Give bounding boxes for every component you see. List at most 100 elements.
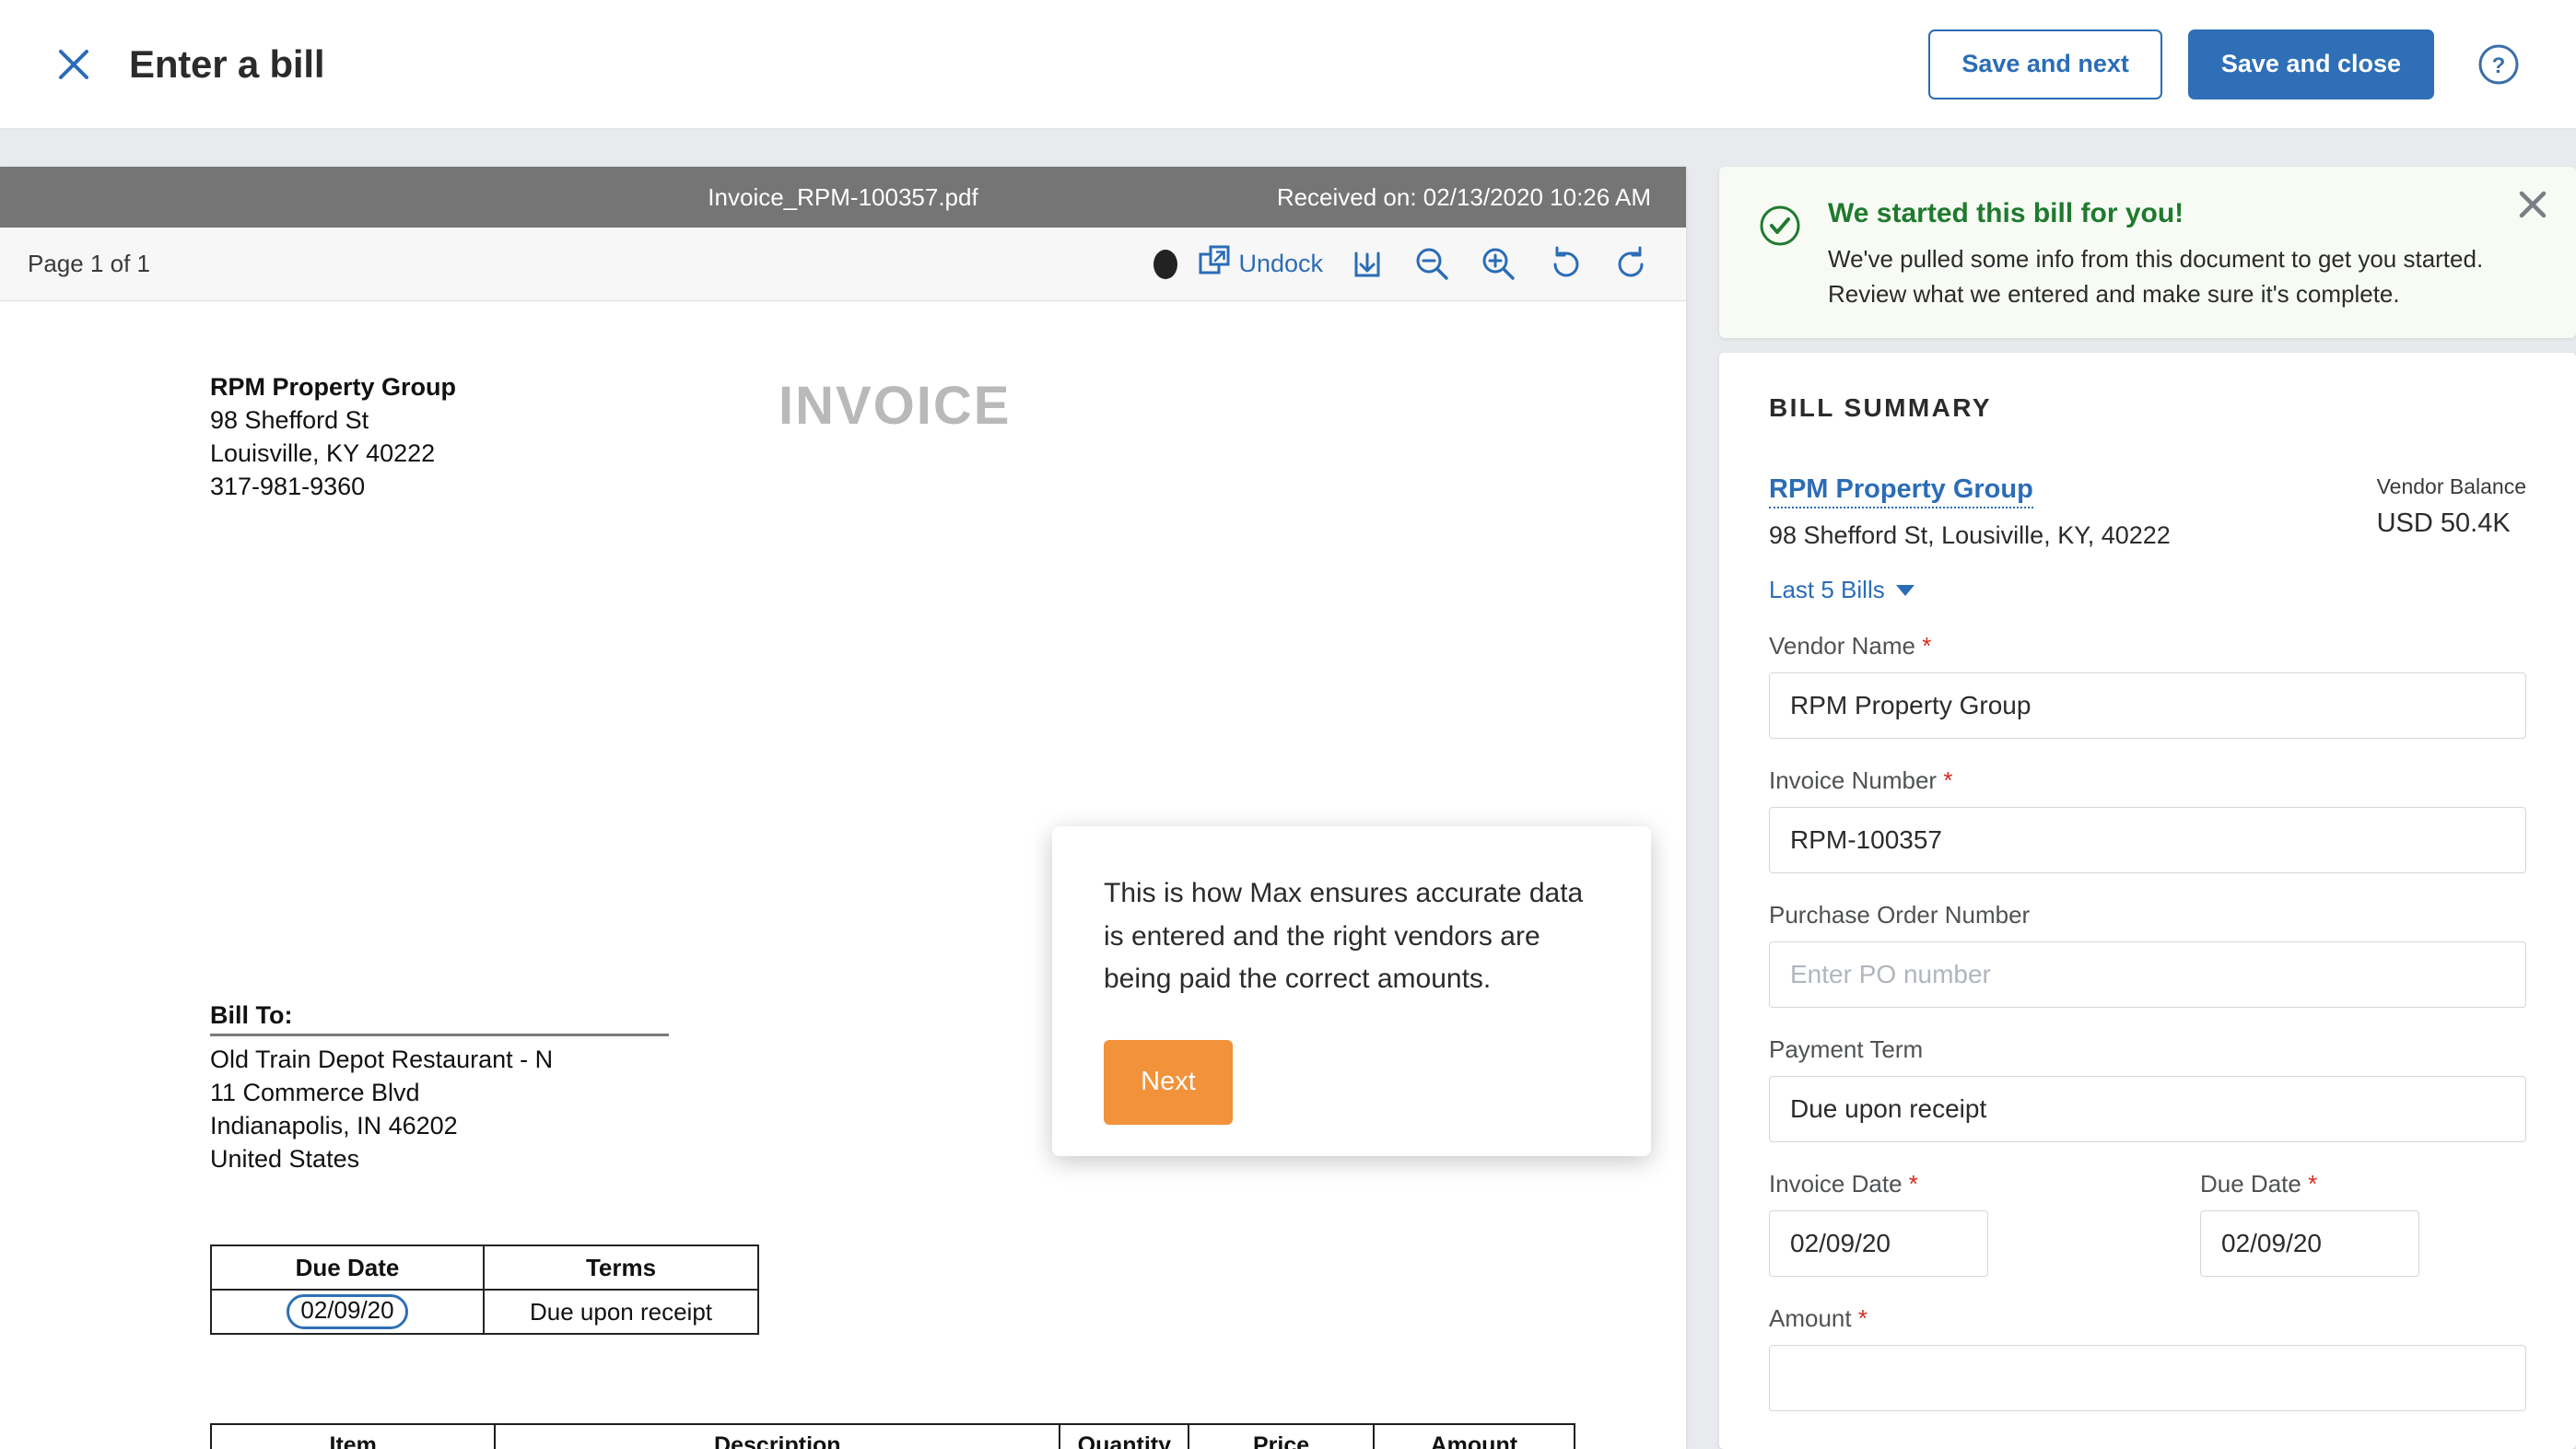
invoice-number-field: Invoice Number * RPM-100357 — [1769, 766, 2526, 873]
col-header-description: Description — [494, 1423, 1061, 1449]
col-header-item: Item — [209, 1423, 497, 1449]
amount-input[interactable] — [1769, 1345, 2526, 1411]
undock-label: Undock — [1238, 250, 1323, 277]
invoice-date-label-text: Invoice Date — [1769, 1170, 1903, 1198]
vendor-summary-row: RPM Property Group 98 Shefford St, Lousi… — [1769, 474, 2526, 550]
amount-label: Amount * — [1769, 1304, 2526, 1333]
auto-fill-notice-banner: We started this bill for you! We've pull… — [1719, 167, 2576, 338]
due-date-input[interactable]: 02/09/20 — [2200, 1210, 2419, 1277]
invoice-date-field: Invoice Date * 02/09/20 — [1769, 1170, 2010, 1277]
invoice-vendor-address2: Louisville, KY 40222 — [210, 438, 436, 467]
table-row: Item Description Quantity Price Amount — [209, 1423, 1576, 1449]
pdf-received-timestamp: Received on: 02/13/2020 10:26 AM — [1276, 182, 1651, 211]
invoice-vendor-phone: 317-981-9360 — [210, 472, 366, 500]
close-icon[interactable] — [53, 44, 94, 85]
rotate-left-icon[interactable] — [1544, 243, 1587, 286]
vendor-balance-label: Vendor Balance — [2376, 474, 2526, 498]
invoice-number-label-text: Invoice Number — [1769, 766, 1938, 794]
invoice-watermark: INVOICE — [779, 376, 1012, 436]
pdf-viewer-pane: Invoice_RPM-100357.pdf Received on: 02/1… — [0, 167, 1686, 1449]
help-circle-icon[interactable]: ? — [2473, 39, 2524, 90]
save-and-close-button[interactable]: Save and close — [2187, 29, 2434, 99]
purchase-order-number-label: Purchase Order Number — [1769, 901, 2031, 929]
header-actions: Save and next Save and close ? — [1928, 29, 2524, 99]
bill-to-heading: Bill To: — [210, 1001, 669, 1036]
bill-to-line3: Indianapolis, IN 46202 — [210, 1111, 458, 1139]
vendor-balance-value: USD 50.4K — [2376, 508, 2511, 538]
notice-line-2: Review what we entered and make sure it'… — [1828, 279, 2400, 308]
terms-header: Terms — [483, 1245, 759, 1291]
required-marker: * — [1857, 1304, 1868, 1332]
required-marker: * — [1908, 1170, 1918, 1198]
table-row: 02/09/20 Due upon receipt — [210, 1289, 759, 1335]
bill-summary-heading: BILL SUMMARY — [1769, 393, 1992, 422]
col-header-price: Price — [1188, 1423, 1375, 1449]
due-date-label: Due Date * — [2200, 1170, 2441, 1198]
amount-field: Amount * — [1769, 1304, 2526, 1411]
notice-title: We started this bill for you! — [1828, 198, 2184, 228]
table-row: Due Date Terms — [210, 1245, 759, 1291]
vendor-name-field: Vendor Name * RPM Property Group — [1769, 632, 2526, 739]
col-header-amount: Amount — [1372, 1423, 1576, 1449]
invoice-vendor-name: RPM Property Group — [210, 373, 457, 401]
purchase-order-number-input[interactable]: Enter PO number — [1769, 941, 2526, 1008]
last-5-bills-label: Last 5 Bills — [1769, 576, 1885, 603]
due-date-field: Due Date * 02/09/20 — [2200, 1170, 2441, 1277]
vendor-name-label: Vendor Name * — [1769, 632, 2526, 660]
coach-tooltip-text: This is how Max ensures accurate data is… — [1104, 878, 1584, 994]
svg-text:?: ? — [2492, 53, 2506, 78]
invoice-bill-to-block: Bill To: Old Train Depot Restaurant - N … — [210, 1001, 671, 1176]
undock-icon — [1196, 242, 1233, 286]
undock-button[interactable]: Undock — [1196, 242, 1323, 286]
save-and-next-button[interactable]: Save and next — [1928, 29, 2162, 99]
invoice-date-input[interactable]: 02/09/20 — [1769, 1210, 1988, 1277]
due-date-header: Due Date — [210, 1245, 485, 1291]
invoice-line-items-table: Item Description Quantity Price Amount L… — [209, 1423, 1576, 1449]
notice-line-1: We've pulled some info from this documen… — [1828, 245, 2484, 273]
col-header-quantity: Quantity — [1059, 1423, 1190, 1449]
due-date-label-text: Due Date — [2200, 1170, 2301, 1198]
invoice-vendor-address1: 98 Shefford St — [210, 405, 369, 434]
bill-side-panel: We started this bill for you! We've pull… — [1719, 167, 2576, 1449]
bill-to-line4: United States — [210, 1144, 360, 1173]
bill-summary-card: BILL SUMMARY RPM Property Group 98 Sheff… — [1719, 353, 2576, 1449]
payment-term-label: Payment Term — [1769, 1035, 1924, 1063]
required-marker: * — [2308, 1170, 2318, 1198]
vendor-address: 98 Shefford St, Lousiville, KY, 40222 — [1769, 521, 2171, 549]
coach-tooltip: This is how Max ensures accurate data is… — [1052, 826, 1651, 1156]
invoice-number-input[interactable]: RPM-100357 — [1769, 807, 2526, 873]
vendor-link[interactable]: RPM Property Group — [1769, 474, 2033, 508]
pdf-toolbar-actions: Undock — [1153, 242, 1653, 286]
page-indicator: Page 1 of 1 — [28, 250, 150, 277]
bill-to-line1: Old Train Depot Restaurant - N — [210, 1046, 554, 1073]
pdf-titlebar: Invoice_RPM-100357.pdf Received on: 02/1… — [0, 167, 1686, 228]
required-marker: * — [1943, 766, 1953, 794]
invoice-terms-table: Due Date Terms 02/09/20 Due upon receipt — [210, 1245, 759, 1335]
download-icon[interactable] — [1347, 244, 1388, 285]
pdf-toolbar: Page 1 of 1 Undock — [0, 228, 1686, 301]
payment-term-field: Payment Term Due upon receipt — [1769, 1035, 2526, 1142]
rotate-right-icon[interactable] — [1610, 243, 1653, 286]
bill-to-line2: 11 Commerce Blvd — [210, 1078, 420, 1106]
terms-cell: Due upon receipt — [483, 1289, 759, 1335]
last-5-bills-dropdown[interactable]: Last 5 Bills — [1769, 576, 1914, 604]
vendor-name-input[interactable]: RPM Property Group — [1769, 672, 2526, 739]
zoom-in-icon[interactable] — [1478, 243, 1520, 286]
dates-field-row: Invoice Date * 02/09/20 Due Date * 02/09… — [1769, 1170, 2526, 1277]
due-date-highlight: 02/09/20 — [287, 1294, 408, 1329]
page-title: Enter a bill — [129, 41, 325, 86]
invoice-number-label: Invoice Number * — [1769, 766, 2526, 795]
vendor-balance-block: Vendor Balance USD 50.4K — [2377, 474, 2526, 539]
check-circle-icon — [1756, 202, 1804, 301]
zoom-out-icon[interactable] — [1411, 243, 1454, 286]
notice-close-icon[interactable] — [2517, 189, 2548, 220]
purchase-order-number-field: Purchase Order Number Enter PO number — [1769, 901, 2526, 1008]
payment-term-input[interactable]: Due upon receipt — [1769, 1076, 2526, 1142]
chevron-down-icon — [1895, 584, 1914, 596]
vendor-name-label-text: Vendor Name — [1769, 632, 1915, 660]
required-marker: * — [1922, 632, 1932, 660]
coach-next-button[interactable]: Next — [1104, 1039, 1233, 1125]
invoice-date-label: Invoice Date * — [1769, 1170, 2010, 1198]
amount-label-text: Amount — [1769, 1304, 1852, 1332]
mouse-cursor-dot — [1153, 249, 1178, 279]
